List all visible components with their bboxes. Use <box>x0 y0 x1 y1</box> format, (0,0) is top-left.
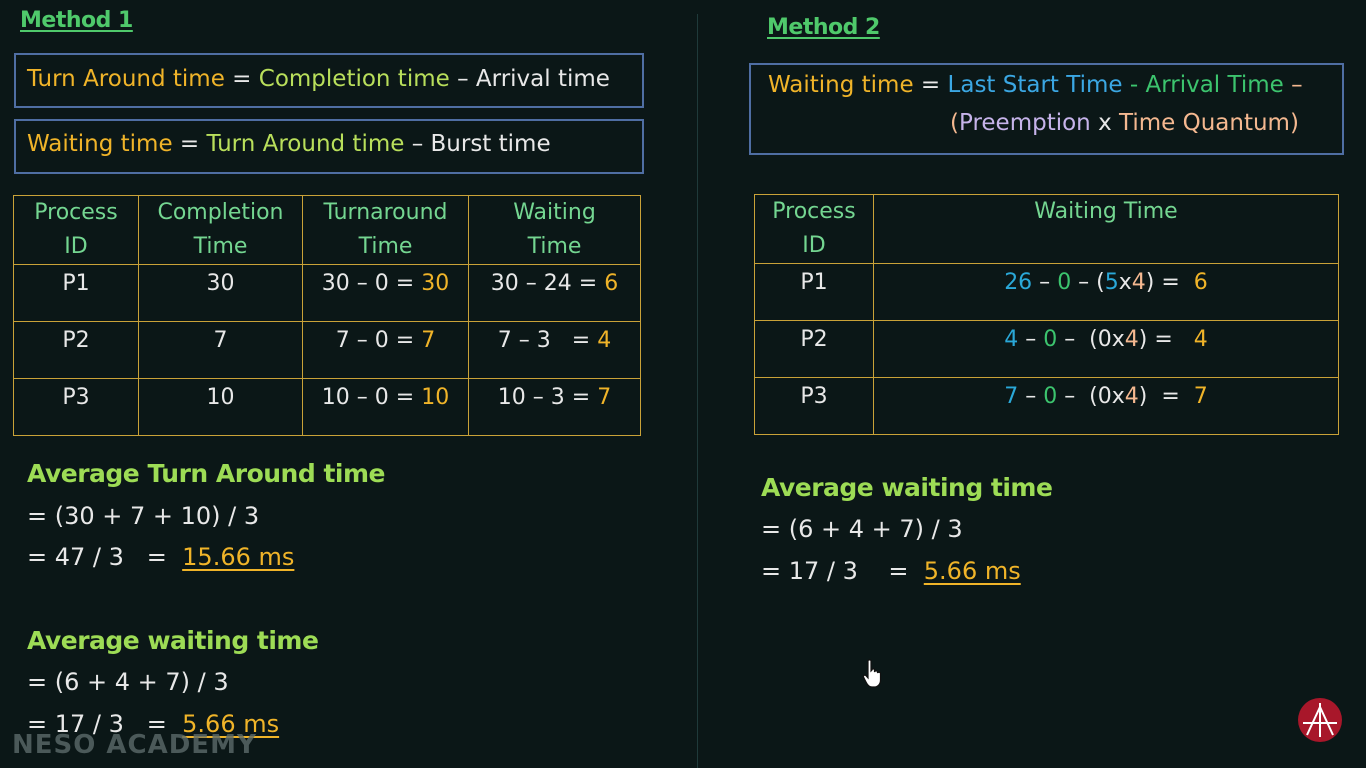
method2-formula-line2: (Preemption x Time Quantum) <box>950 110 1299 136</box>
cell-completion: 30 <box>138 264 303 322</box>
wt-formula-op: – <box>404 131 431 157</box>
cell-wt: 10 – 3 = 7 <box>468 378 641 436</box>
formula-op2: – <box>1283 72 1303 98</box>
formula-eq: = <box>913 72 948 98</box>
method1-heading: Method 1 <box>20 8 133 33</box>
avg-tat-title: Average Turn Around time <box>27 459 385 488</box>
header-waiting-time: Waiting Time <box>468 195 641 265</box>
wt-formula-tat: Turn Around time <box>206 131 405 157</box>
table-row: P2 4 – 0 – (0x4) = 4 <box>754 320 1339 378</box>
wt-formula-lhs: Waiting time <box>27 131 173 157</box>
table-header-row: Process ID Waiting Time <box>754 194 1339 264</box>
tat-formula-lhs: Turn Around time <box>27 66 225 92</box>
formula-times: x <box>1090 110 1119 136</box>
header-process-id: Process ID <box>754 194 874 264</box>
cell-wt: 30 – 24 = 6 <box>468 264 641 322</box>
method2-avg-wt-line2: = 17 / 3 = 5.66 ms <box>761 557 1021 585</box>
table-row: P1 30 30 – 0 = 30 30 – 24 = 6 <box>13 264 641 322</box>
header-completion-time: Completion Time <box>138 195 303 265</box>
formula-lhs: Waiting time <box>768 72 914 98</box>
cell-tat: 10 – 0 = 10 <box>302 378 469 436</box>
table-row: P2 7 7 – 0 = 7 7 – 3 = 4 <box>13 321 641 379</box>
cell-wt-expr: 4 – 0 – (0x4) = 4 <box>873 320 1339 378</box>
formula-open: ( <box>950 110 959 136</box>
cell-pid: P2 <box>754 320 874 378</box>
avg-tat-line2: = 47 / 3 = 15.66 ms <box>27 543 295 571</box>
cell-wt-expr: 7 – 0 – (0x4) = 7 <box>873 377 1339 435</box>
formula-quantum: Time Quantum <box>1119 110 1290 136</box>
cell-pid: P2 <box>13 321 139 379</box>
cell-pid: P3 <box>13 378 139 436</box>
cell-completion: 7 <box>138 321 303 379</box>
cell-tat: 7 – 0 = 7 <box>302 321 469 379</box>
cell-wt-expr: 26 – 0 – (5x4) = 6 <box>873 263 1339 321</box>
cell-pid: P1 <box>13 264 139 322</box>
hand-cursor-icon <box>862 659 882 688</box>
avg-tat-line1: = (30 + 7 + 10) / 3 <box>27 502 260 530</box>
avg-tat-result: 15.66 ms <box>182 543 295 571</box>
cell-pid: P3 <box>754 377 874 435</box>
method2-formula-box: Waiting time = Last Start Time - Arrival… <box>749 63 1344 155</box>
table-row: P3 10 10 – 0 = 10 10 – 3 = 7 <box>13 378 641 436</box>
method2-avg-wt-line1: = (6 + 4 + 7) / 3 <box>761 515 963 543</box>
header-process-id: Process ID <box>13 195 139 265</box>
formula-close: ) <box>1289 110 1299 136</box>
avg-wt-title: Average waiting time <box>27 626 319 655</box>
wt-formula-box: Waiting time = Turn Around time – Burst … <box>14 119 644 174</box>
method2-avg-wt-title: Average waiting time <box>761 473 1053 502</box>
header-turnaround-time: Turnaround Time <box>302 195 469 265</box>
method2-avg-wt-result: 5.66 ms <box>923 557 1021 585</box>
wt-formula: Waiting time = Turn Around time – Burst … <box>27 131 551 157</box>
wt-formula-burst: Burst time <box>430 131 551 157</box>
tat-formula-arrival: Arrival time <box>475 66 610 92</box>
cell-pid: P1 <box>754 263 874 321</box>
header-waiting-time: Waiting Time <box>873 194 1339 264</box>
avg-wt-line1: = (6 + 4 + 7) / 3 <box>27 668 229 696</box>
cell-wt: 7 – 3 = 4 <box>468 321 641 379</box>
tat-formula-eq: = <box>224 66 259 92</box>
tat-formula-op: – <box>449 66 476 92</box>
tat-formula-completion: Completion time <box>258 66 450 92</box>
method2-table: Process ID Waiting Time P1 26 – 0 – (5x4)… <box>754 194 1339 435</box>
formula-arrival: Arrival Time <box>1145 72 1284 98</box>
center-divider <box>697 14 698 768</box>
table-row: P1 26 – 0 – (5x4) = 6 <box>754 263 1339 321</box>
table-header-row: Process ID Completion Time Turnaround Time … <box>13 195 641 265</box>
tat-formula-box: Turn Around time = Completion time – Arr… <box>14 53 644 108</box>
watermark-logo-text: NESO ACADEMY <box>12 730 257 760</box>
table-row: P3 7 – 0 – (0x4) = 7 <box>754 377 1339 435</box>
formula-op1: - <box>1122 72 1146 98</box>
neso-logo-icon <box>1298 698 1342 742</box>
method1-table: Process ID Completion Time Turnaround Time … <box>13 195 641 436</box>
cell-tat: 30 – 0 = 30 <box>302 264 469 322</box>
cell-completion: 10 <box>138 378 303 436</box>
method2-formula-line1: Waiting time = Last Start Time - Arrival… <box>768 72 1303 98</box>
tat-formula: Turn Around time = Completion time – Arr… <box>27 66 610 92</box>
formula-preemption: Preemption <box>958 110 1091 136</box>
wt-formula-eq: = <box>172 131 207 157</box>
formula-last-start: Last Start Time <box>947 72 1123 98</box>
method2-heading: Method 2 <box>767 15 880 40</box>
